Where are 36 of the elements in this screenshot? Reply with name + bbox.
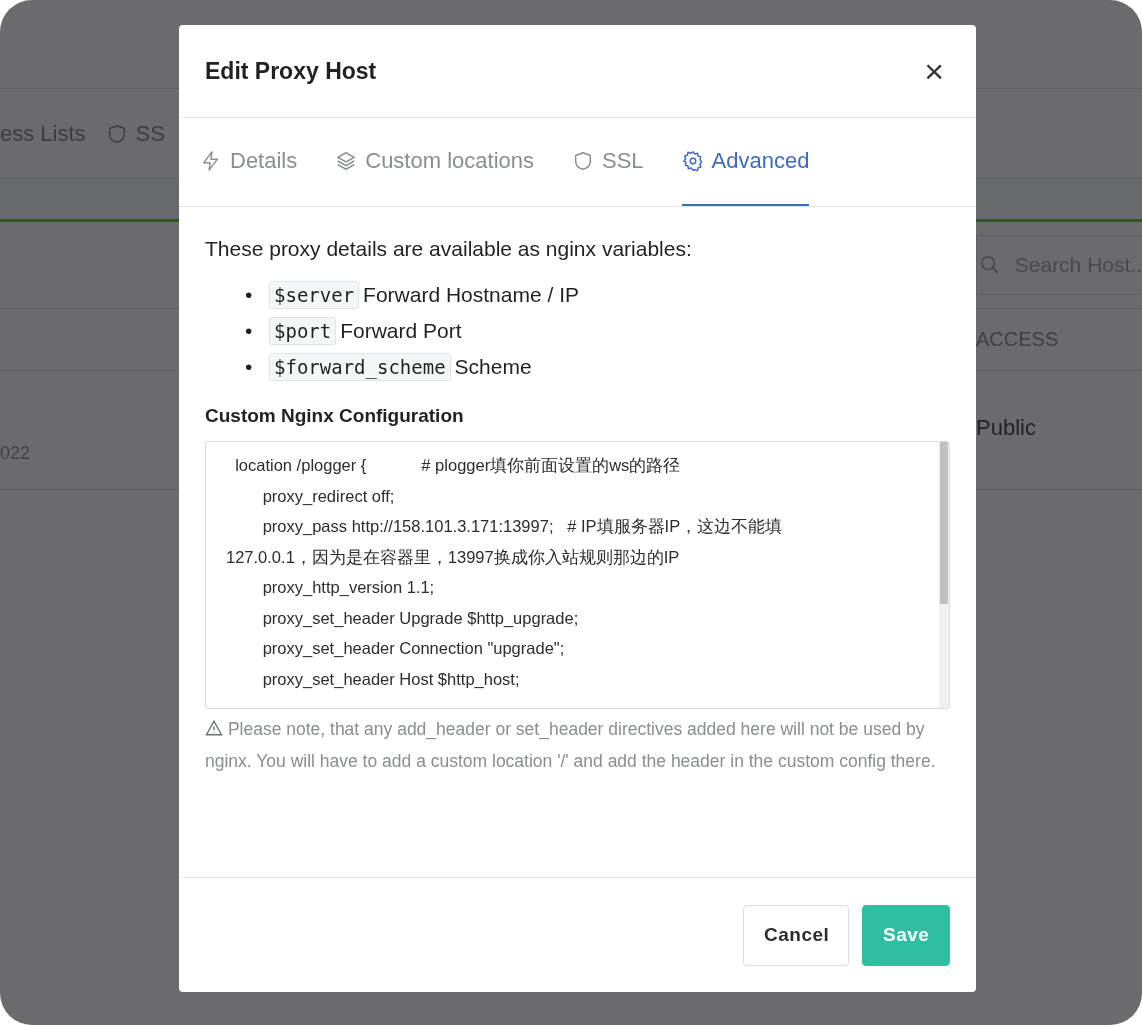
code-line: 127.0.0.1，因为是在容器里，13997换成你入站规则那边的IP [226,546,681,568]
variable-code: $forward_scheme [269,353,451,381]
tab[interactable]: SSL [572,118,644,206]
field-label: Custom Nginx Configuration [205,405,465,427]
bullet: • [245,318,254,344]
table-cell: Public [976,415,1036,440]
variable-code: $server [269,281,360,309]
close-button[interactable]: × [918,54,950,88]
code-line: proxy_set_header Connection "upgrade"; [261,638,566,659]
variable-description: Forward Hostname / IP [363,283,579,306]
settings-icon [681,150,704,172]
bullet: • [245,282,254,308]
code-line: proxy_redirect off; [261,485,396,507]
bullet: • [245,354,254,380]
layers-icon [335,150,358,172]
warning-note: Please note, that any add_header or set_header directives added here will not be used by nginx. You will have to add a custom location '/' and add the header in the custom config there. [205,718,937,773]
code-line: proxy_http_version 1.1; [261,577,436,598]
variable-description: Forward Port [340,319,462,342]
intro-text: These proxy details are available as nginx variables: [205,237,693,261]
code-line: proxy_set_header Host $http_host; [261,668,521,690]
scrollbar[interactable] [939,442,949,708]
save-button[interactable]: Save [862,904,950,966]
cancel-button[interactable]: Cancel [743,904,849,966]
variable-code: $port [269,317,337,345]
search-icon [979,254,1001,276]
dialog-title: Edit Proxy Host [205,57,377,85]
warning-icon [205,719,223,737]
tab[interactable]: Details [200,118,298,206]
tab[interactable]: Custom locations [335,118,534,206]
variable-description: Scheme [454,355,532,378]
code-line: location /plogger { # plogger填你前面设置的ws的路径 [234,455,682,476]
shield-icon [572,150,594,172]
tab[interactable]: Advanced [681,118,810,206]
code-line: proxy_pass http://158.101.3.171:13997; # IP填服务器IP，这边不能填 [261,516,784,537]
code-line: proxy_set_header Upgrade $http_upgrade; [261,607,580,629]
config-textarea[interactable] [205,441,950,709]
